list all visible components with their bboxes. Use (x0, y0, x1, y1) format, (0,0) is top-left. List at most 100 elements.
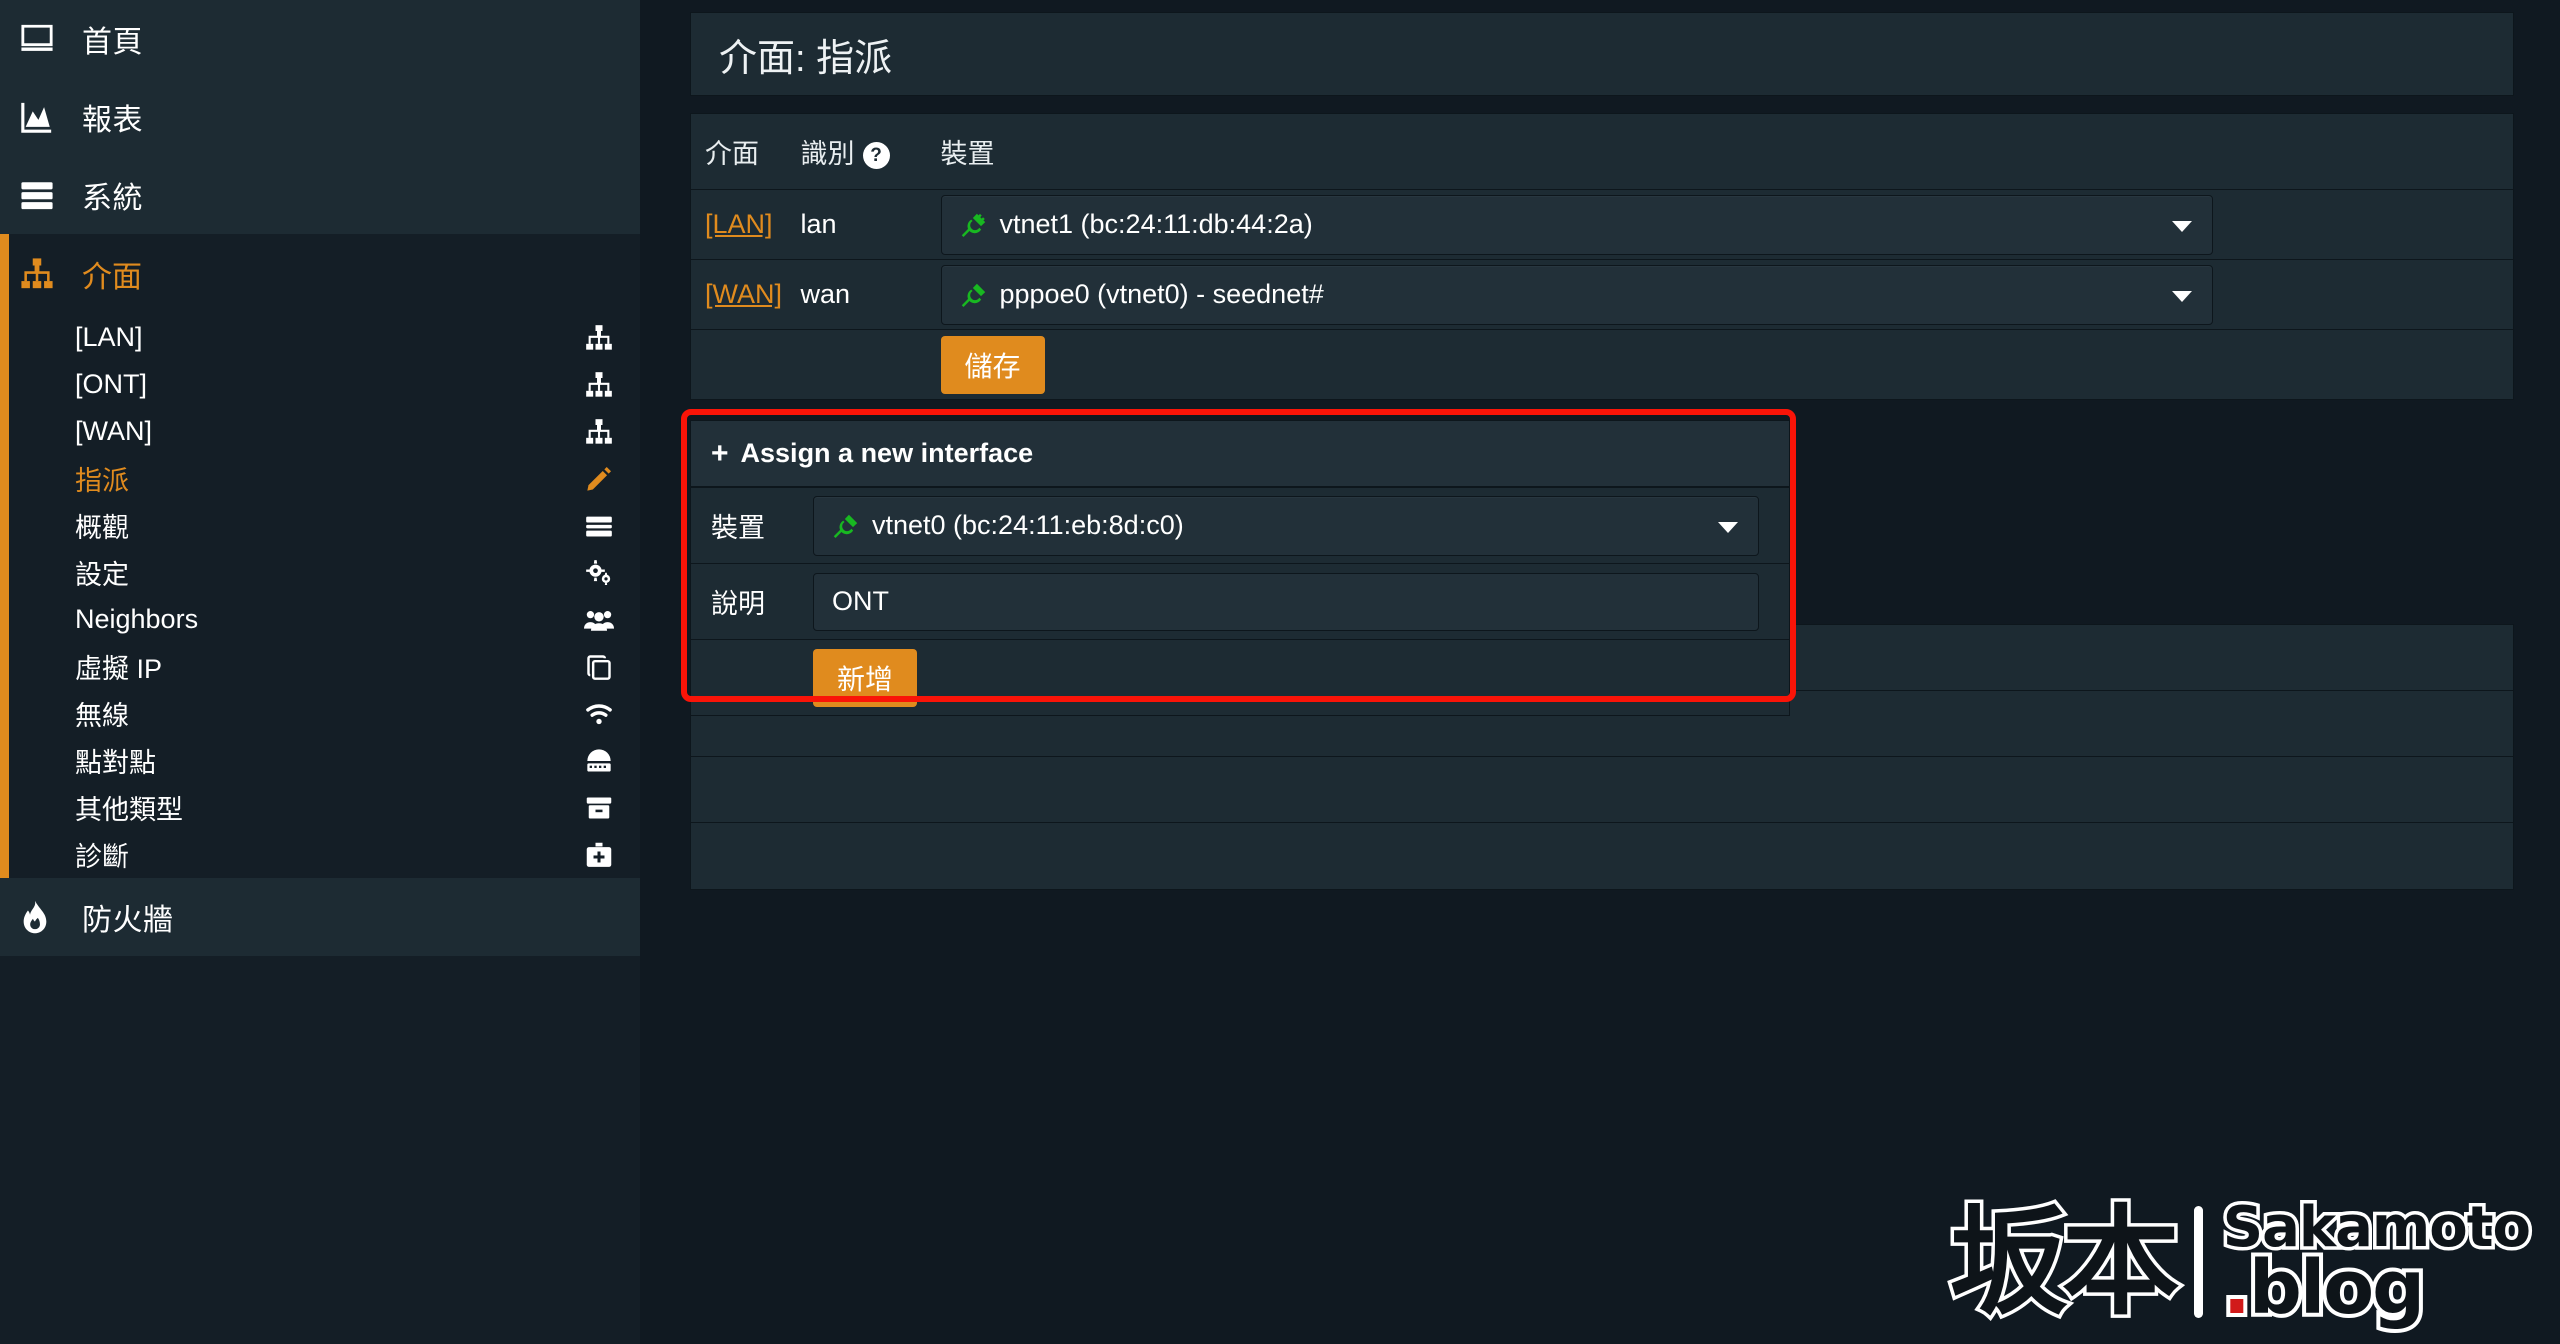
sidebar-group-header-interfaces[interactable]: 介面 (9, 234, 640, 314)
table-header-row: 介面 識別? 裝置 (690, 113, 2514, 190)
page-title: 介面: 指派 (690, 12, 2514, 96)
sidebar-item-label: 首頁 (82, 26, 143, 59)
cell-empty (690, 329, 801, 400)
sidebar-group-interfaces: 介面 [LAN] [ONT] [WAN] 指派 概觀 設定 Neighbors … (0, 234, 640, 878)
device-field: vtnet0 (bc:24:11:eb:8d:c0) (813, 495, 1789, 556)
watermark-divider (2193, 1206, 2203, 1319)
cell-interface: [WAN] (690, 259, 801, 330)
sidebar-item-label: 無線 (75, 701, 129, 731)
description-input[interactable]: ONT (813, 572, 1759, 631)
sidebar-item-label: [LAN] (75, 322, 143, 352)
sidebar-item-other-types[interactable]: 其他類型 (9, 784, 640, 831)
sidebar-top-group: 首頁 報表 系統 (0, 0, 640, 234)
sidebar-item-settings[interactable]: 設定 (9, 549, 640, 596)
sidebar-item-label: [ONT] (75, 369, 147, 399)
wifi-icon (580, 700, 618, 728)
pencil-icon (580, 465, 618, 493)
description-label: 說明 (711, 589, 765, 619)
new-device-select[interactable]: vtnet0 (bc:24:11:eb:8d:c0) (813, 495, 1759, 556)
sidebar: 首頁 報表 系統 介面 [LAN] [ONT] [WAN] 指派 概觀 設定 N… (0, 0, 640, 1344)
watermark-blog: .blog (2219, 1247, 2530, 1329)
watermark: 坂本 Sakamoto .blog (1946, 1195, 2534, 1329)
device-select-wan[interactable]: pppoe0 (vtnet0) - seednet# (940, 264, 2213, 325)
sidebar-item-label: 其他類型 (75, 795, 183, 825)
sidebar-item-label: Neighbors (75, 604, 199, 634)
assign-new-interface-section: + Assign a new interface 裝置 vtnet0 (bc:2… (681, 409, 2514, 716)
watermark-dot: . (2219, 1244, 2255, 1331)
sidebar-item-wireless[interactable]: 無線 (9, 690, 640, 737)
main-content: 介面: 指派 介面 識別? 裝置 [LAN] lan vtnet1 (bc:24… (640, 0, 2560, 1344)
interface-link-lan[interactable]: [LAN] (705, 209, 773, 239)
sidebar-item-reports[interactable]: 報表 (0, 78, 640, 156)
table-row: [WAN] wan pppoe0 (vtnet0) - seednet# (690, 259, 2514, 330)
fire-icon (20, 900, 76, 934)
plug-icon (832, 512, 860, 540)
cell-identifier: wan (800, 259, 941, 330)
description-field: ONT (813, 572, 1789, 631)
sidebar-item-assign[interactable]: 指派 (9, 455, 640, 502)
sidebar-item-label: 指派 (75, 466, 129, 496)
form-row-device: 裝置 vtnet0 (bc:24:11:eb:8d:c0) (691, 487, 1789, 563)
help-icon[interactable]: ? (862, 142, 890, 170)
sidebar-item-firewall[interactable]: 防火牆 (0, 878, 640, 956)
plug-icon (960, 281, 988, 309)
sidebar-item-label: 點對點 (75, 748, 156, 778)
identifier-value: wan (800, 279, 851, 309)
sidebar-item-label: 防火牆 (82, 904, 174, 937)
new-device-select-value: vtnet0 (bc:24:11:eb:8d:c0) (872, 510, 1184, 540)
sitemap-icon (580, 324, 618, 352)
sitemap-icon (580, 371, 618, 399)
sidebar-item-wan[interactable]: [WAN] (9, 408, 640, 455)
sidebar-item-diagnostics[interactable]: 診斷 (9, 831, 640, 878)
cell-empty (800, 329, 941, 400)
add-button[interactable]: 新增 (813, 648, 918, 707)
table-header: 介面 識別? 裝置 (690, 113, 2514, 190)
medkit-icon (580, 841, 618, 869)
device-select-lan[interactable]: vtnet1 (bc:24:11:db:44:2a) (940, 194, 2213, 255)
column-header-identifier-label: 識別 (800, 139, 855, 169)
column-header-interface: 介面 (690, 113, 801, 190)
interface-link-wan[interactable]: [WAN] (705, 279, 782, 309)
sidebar-item-lan[interactable]: [LAN] (9, 314, 640, 361)
sidebar-item-label: 診斷 (75, 842, 129, 872)
sidebar-item-label: 概觀 (75, 513, 129, 543)
sidebar-item-home[interactable]: 首頁 (0, 0, 640, 78)
assign-new-interface-card: + Assign a new interface 裝置 vtnet0 (bc:2… (690, 420, 1790, 716)
table-row-actions: 儲存 (690, 329, 2514, 400)
sidebar-group-label: 介面 (82, 261, 142, 294)
interface-assignment-table: 介面 識別? 裝置 [LAN] lan vtnet1 (bc:24:11:db:… (690, 113, 2514, 400)
sidebar-item-label: 報表 (82, 104, 143, 137)
copy-icon (580, 653, 618, 681)
table-body: [LAN] lan vtnet1 (bc:24:11:db:44:2a) [WA… (690, 189, 2514, 400)
assign-new-interface-heading: + Assign a new interface (691, 421, 1789, 487)
sidebar-item-virtual-ip[interactable]: 虛擬 IP (9, 643, 640, 690)
cell-device: pppoe0 (vtnet0) - seednet# (940, 259, 2514, 330)
sidebar-item-overview[interactable]: 概觀 (9, 502, 640, 549)
sidebar-item-ont[interactable]: [ONT] (9, 361, 640, 408)
device-select-lan-value: vtnet1 (bc:24:11:db:44:2a) (999, 209, 1313, 239)
server-icon (20, 178, 76, 212)
sidebar-item-label: 虛擬 IP (75, 654, 163, 684)
sitemap-icon (580, 418, 618, 446)
device-label: 裝置 (711, 513, 765, 543)
plus-icon: + (711, 436, 729, 470)
table-row: [LAN] lan vtnet1 (bc:24:11:db:44:2a) (690, 189, 2514, 260)
sidebar-item-neighbors[interactable]: Neighbors (9, 596, 640, 643)
cell-save-action: 儲存 (940, 329, 2514, 400)
users-icon (580, 606, 618, 634)
modem-icon (580, 747, 618, 775)
app-root: 首頁 報表 系統 介面 [LAN] [ONT] [WAN] 指派 概觀 設定 N… (0, 0, 2560, 1344)
identifier-value: lan (800, 209, 837, 239)
sidebar-item-point-to-point[interactable]: 點對點 (9, 737, 640, 784)
chevron-down-icon (1718, 521, 1738, 533)
chart-area-icon (20, 100, 76, 134)
save-button[interactable]: 儲存 (940, 335, 1045, 394)
watermark-name: Sakamoto (2219, 1195, 2534, 1261)
column-header-identifier: 識別? (800, 113, 941, 190)
form-row-actions: 新增 (691, 639, 1789, 715)
sidebar-item-system[interactable]: 系統 (0, 156, 640, 234)
assign-new-interface-title: Assign a new interface (740, 438, 1034, 468)
table-row (691, 757, 2513, 823)
cogs-icon (580, 559, 618, 587)
